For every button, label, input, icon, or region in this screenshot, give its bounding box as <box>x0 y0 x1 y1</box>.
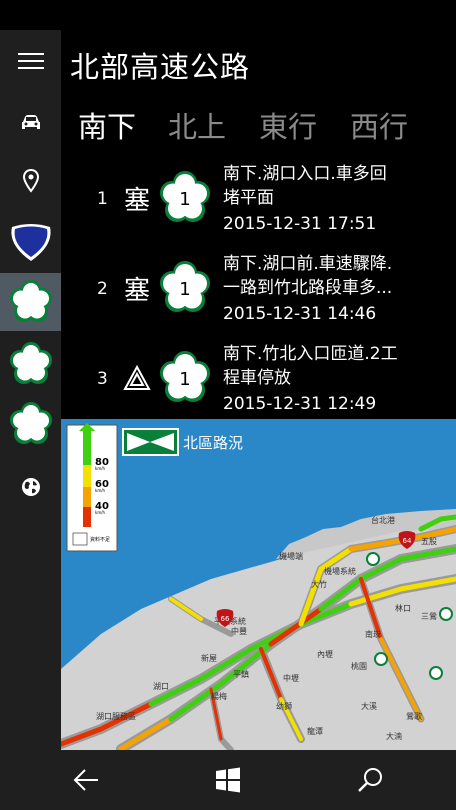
legend-unit: km/h <box>95 488 106 493</box>
svg-text:幼獅: 幼獅 <box>276 701 292 711</box>
freeway-3-badge-icon <box>9 342 52 384</box>
badge-number: 1 <box>179 369 190 390</box>
badge-number: 1 <box>179 189 190 210</box>
menu-icon <box>17 53 44 69</box>
map-title-plate: 北區路況 <box>122 428 243 456</box>
freeway-badge-icon: 1 <box>160 171 210 222</box>
tab-northbound[interactable]: 北上 <box>168 104 226 146</box>
svg-text:龍潭: 龍潭 <box>307 726 323 736</box>
svg-text:新屋: 新屋 <box>201 653 217 663</box>
incident-description-line2: 堵平面 <box>223 188 274 208</box>
sidebar <box>0 30 61 750</box>
svg-text:66: 66 <box>221 615 230 623</box>
roadwork-warning-icon <box>123 364 151 390</box>
incident-description-line2: 程車停放 <box>223 368 291 388</box>
back-arrow-icon <box>73 769 98 791</box>
svg-text:中豐: 中豐 <box>231 626 247 636</box>
svg-text:平鎮: 平鎮 <box>233 669 249 679</box>
list-item[interactable]: 2 塞 1 南下.湖口前.車速驟降. 一路到竹北路段車多... 2015-12-… <box>61 246 456 334</box>
svg-text:台北港: 台北港 <box>371 515 395 525</box>
incident-description-line1: 南下.湖口入口.車多回 <box>223 164 387 184</box>
svg-text:五股: 五股 <box>421 537 437 546</box>
item-number: 1 <box>97 189 108 209</box>
incident-description-line2: 一路到竹北路段車多... <box>223 278 393 298</box>
incident-description-line1: 南下.竹北入口匝道.2工 <box>223 344 398 364</box>
sidebar-item-provincial[interactable] <box>0 213 61 271</box>
badge-number: 1 <box>179 279 190 300</box>
svg-text:中壢: 中壢 <box>283 673 299 683</box>
incident-timestamp: 2015-12-31 17:51 <box>223 214 377 234</box>
svg-text:鶯歌: 鶯歌 <box>406 711 422 721</box>
incident-timestamp: 2015-12-31 14:46 <box>223 304 377 324</box>
back-button[interactable] <box>66 760 106 800</box>
location-pin-icon <box>22 169 39 193</box>
legend-no-data: 資料不足 <box>90 536 110 543</box>
car-icon <box>21 115 40 129</box>
traffic-map[interactable]: 80 km/h 60 km/h 40 km/h 資料不足 北區路況 台北港 機場… <box>61 419 456 750</box>
svg-text:湖口服務區: 湖口服務區 <box>96 711 136 721</box>
list-item[interactable]: 1 塞 1 南下.湖口入口.車多回 堵平面 2015-12-31 17:51 <box>61 156 456 244</box>
list-item[interactable]: 3 1 南下.竹北入口匝道.2工 程車停放 2015-12-31 12:49 <box>61 336 456 424</box>
sidebar-item-traffic[interactable] <box>0 94 61 152</box>
globe-icon <box>21 478 40 496</box>
sidebar-item-web[interactable] <box>0 458 61 516</box>
menu-button[interactable] <box>0 32 61 90</box>
legend-unit: km/h <box>95 510 106 515</box>
provincial-highway-shield-icon <box>10 224 51 261</box>
svg-text:64: 64 <box>403 537 412 545</box>
freeway-1-badge-icon <box>9 280 52 322</box>
svg-text:機場系統: 機場系統 <box>324 566 356 576</box>
svg-text:大竹: 大竹 <box>311 579 327 589</box>
map-title: 北區路況 <box>183 434 243 452</box>
sidebar-item-location[interactable] <box>0 152 61 210</box>
svg-text:湖口: 湖口 <box>153 682 169 691</box>
freeway-badge-icon: 1 <box>160 351 210 402</box>
speed-legend: 80 km/h 60 km/h 40 km/h 資料不足 <box>66 423 118 552</box>
svg-text:南崁: 南崁 <box>365 629 381 639</box>
svg-text:大溪: 大溪 <box>361 701 377 711</box>
start-button[interactable] <box>208 760 248 800</box>
svg-text:楊梅: 楊梅 <box>211 691 227 701</box>
congestion-status: 塞 <box>123 275 150 306</box>
sidebar-item-freeway-5[interactable] <box>0 395 61 453</box>
svg-text:桃園: 桃園 <box>351 661 367 671</box>
svg-text:機場端: 機場端 <box>279 551 303 561</box>
tab-southbound[interactable]: 南下 <box>78 104 136 146</box>
tab-westbound[interactable]: 西行 <box>350 104 408 146</box>
svg-text:內壢: 內壢 <box>317 649 333 659</box>
legend-unit: km/h <box>95 466 106 471</box>
item-number: 2 <box>97 279 108 299</box>
congestion-status: 塞 <box>123 185 150 216</box>
sidebar-item-freeway-3[interactable] <box>0 335 61 393</box>
svg-text:林口: 林口 <box>395 603 411 613</box>
incident-description-line1: 南下.湖口前.車速驟降. <box>223 254 393 274</box>
svg-text:大湳: 大湳 <box>386 731 402 741</box>
svg-text:三鶯: 三鶯 <box>421 611 437 621</box>
sidebar-item-freeway-1[interactable] <box>0 273 61 331</box>
tab-eastbound[interactable]: 東行 <box>259 104 317 146</box>
incident-list: 1 塞 1 南下.湖口入口.車多回 堵平面 2015-12-31 17:51 2… <box>61 156 456 418</box>
status-bar <box>0 0 456 30</box>
incident-timestamp: 2015-12-31 12:49 <box>223 394 377 414</box>
search-button[interactable] <box>350 760 390 800</box>
freeway-5-badge-icon <box>9 402 52 444</box>
freeway-badge-icon: 1 <box>160 261 210 312</box>
direction-tabs: 南下 北上 東行 西行 <box>61 100 456 150</box>
search-icon <box>358 768 382 792</box>
page-title: 北部高速公路 <box>70 50 251 84</box>
item-number: 3 <box>97 369 108 389</box>
system-navigation-bar <box>0 750 456 810</box>
windows-logo-icon <box>216 767 240 793</box>
traffic-map-canvas: 80 km/h 60 km/h 40 km/h 資料不足 北區路況 台北港 機場… <box>61 423 456 750</box>
